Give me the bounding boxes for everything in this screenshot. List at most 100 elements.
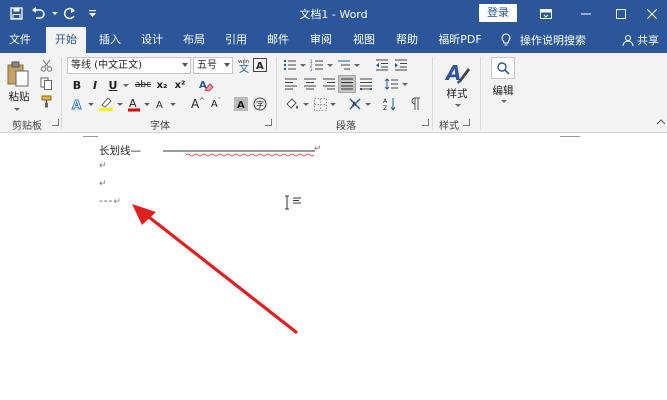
phonetic-guide-icon[interactable]: wén 文 <box>235 56 251 74</box>
align-left-icon[interactable] <box>282 76 299 92</box>
share-button[interactable]: 共享 <box>622 27 659 53</box>
paste-label[interactable]: 粘贴 <box>4 89 34 104</box>
styles-dropdown-icon[interactable] <box>449 101 465 109</box>
paste-dropdown-icon[interactable] <box>6 105 26 113</box>
font-launcher-icon[interactable] <box>265 119 272 126</box>
styles-group-label: 样式 <box>439 121 459 132</box>
undo-icon[interactable] <box>28 4 48 22</box>
font-color-icon[interactable]: A <box>126 95 142 113</box>
font-name-select[interactable]: 等线 (中文正文) <box>67 57 191 74</box>
editing-dropdown-icon[interactable] <box>495 97 511 105</box>
multilevel-list-icon[interactable] <box>336 57 352 73</box>
styles-launcher-icon[interactable] <box>463 119 470 126</box>
highlight-dropdown-icon[interactable] <box>115 95 123 113</box>
character-shading-icon[interactable]: A <box>233 95 249 113</box>
clear-formatting-icon[interactable]: A <box>197 76 215 94</box>
format-painter-icon[interactable] <box>38 93 54 109</box>
document-canvas[interactable] <box>0 134 667 400</box>
editing-label[interactable]: 编辑 <box>487 83 519 98</box>
show-hide-marks-icon[interactable] <box>408 95 424 113</box>
highlight-color-icon[interactable] <box>97 95 115 113</box>
tab-layout[interactable]: 布局 <box>174 27 214 53</box>
close-icon[interactable] <box>636 0 667 27</box>
tab-file[interactable]: 文件 <box>0 27 40 53</box>
vertical-scrollbar[interactable] <box>656 134 667 400</box>
doc-paragraph-1[interactable]: 长划线— <box>99 143 141 158</box>
minimize-icon[interactable] <box>566 0 606 27</box>
line-spacing-icon[interactable] <box>384 76 400 92</box>
doc-text-dashes: --- <box>99 195 114 207</box>
paragraph-group-label: 段落 <box>336 121 356 132</box>
numbering-icon[interactable]: 123 <box>309 57 325 73</box>
align-center-icon[interactable] <box>301 76 318 92</box>
cut-icon[interactable] <box>38 57 54 73</box>
paragraph-launcher-icon[interactable] <box>422 119 429 126</box>
undo-dropdown-icon[interactable] <box>50 4 58 22</box>
subscript-button[interactable]: x₂ <box>154 77 170 93</box>
tab-view[interactable]: 视图 <box>344 27 384 53</box>
shrink-font-button[interactable]: Aˇ <box>208 95 224 113</box>
borders-dropdown-icon[interactable] <box>328 95 336 113</box>
styles-label[interactable]: 样式 <box>440 86 474 101</box>
superscript-button[interactable]: x² <box>172 77 188 93</box>
strikethrough-button[interactable]: abc <box>134 77 152 93</box>
underline-button[interactable]: U <box>106 77 120 93</box>
text-effects-icon[interactable]: A <box>70 95 86 113</box>
ribbon-display-options-icon[interactable] <box>526 0 566 27</box>
save-icon[interactable] <box>6 4 26 22</box>
borders-icon[interactable] <box>312 95 328 113</box>
svg-text:字: 字 <box>256 100 264 110</box>
tab-help[interactable]: 帮助 <box>387 27 427 53</box>
tab-review[interactable]: 审阅 <box>301 27 341 53</box>
font-size-select[interactable]: 五号 <box>193 57 233 74</box>
maximize-icon[interactable] <box>601 0 641 27</box>
distributed-icon[interactable] <box>357 76 374 92</box>
tell-me-label: 操作说明搜索 <box>520 34 586 47</box>
bullets-icon[interactable] <box>282 57 298 73</box>
underline-dropdown-icon[interactable] <box>121 77 129 93</box>
styles-icon[interactable]: A <box>442 57 472 87</box>
group-separator <box>480 57 481 129</box>
tab-design[interactable]: 设计 <box>132 27 172 53</box>
justify-icon[interactable] <box>338 75 356 93</box>
doc-paragraph-dashes[interactable]: ---↵ <box>99 195 122 207</box>
clipboard-group-label: 剪贴板 <box>12 121 42 132</box>
tell-me-search[interactable]: 操作说明搜索 <box>500 27 586 53</box>
tab-insert[interactable]: 插入 <box>90 27 130 53</box>
paragraph-shading-dropdown-icon[interactable] <box>301 95 309 113</box>
line-spacing-dropdown-icon[interactable] <box>400 76 408 92</box>
tab-mailings[interactable]: 邮件 <box>258 27 298 53</box>
increase-indent-icon[interactable] <box>393 57 409 73</box>
find-icon[interactable] <box>491 57 515 79</box>
enclose-characters-icon[interactable]: 字 <box>252 95 268 113</box>
grow-font-button[interactable]: A ^ <box>190 95 206 113</box>
svg-text:A: A <box>256 61 264 72</box>
decrease-indent-icon[interactable] <box>374 57 390 73</box>
paste-icon[interactable] <box>4 57 32 91</box>
copy-icon[interactable] <box>38 75 54 91</box>
tab-home[interactable]: 开始 <box>46 27 86 53</box>
numbering-dropdown-icon[interactable] <box>325 57 333 73</box>
customize-qat-icon[interactable] <box>82 4 102 22</box>
character-border-icon[interactable]: A <box>252 56 268 74</box>
bold-button[interactable]: B <box>70 77 84 93</box>
redo-icon[interactable] <box>60 4 80 22</box>
chinese-layout-dropdown-icon[interactable] <box>363 95 371 113</box>
paragraph-shading-icon[interactable] <box>283 95 301 113</box>
tab-foxit-pdf[interactable]: 福昕PDF <box>432 27 488 53</box>
sort-icon[interactable]: AZ <box>382 95 398 113</box>
multilevel-dropdown-icon[interactable] <box>352 57 360 73</box>
align-right-icon[interactable] <box>320 76 337 92</box>
shading-icon[interactable]: A <box>154 95 168 113</box>
login-button[interactable]: 登录 <box>479 4 517 22</box>
chinese-layout-icon[interactable]: A <box>347 95 363 113</box>
tab-references[interactable]: 引用 <box>216 27 256 53</box>
collapse-ribbon-icon[interactable] <box>656 117 666 127</box>
shading-dropdown-icon[interactable] <box>168 95 176 113</box>
group-separator <box>61 57 62 129</box>
text-effects-dropdown-icon[interactable] <box>86 95 94 113</box>
font-color-dropdown-icon[interactable] <box>142 95 150 113</box>
italic-button[interactable]: I <box>88 77 102 93</box>
clipboard-launcher-icon[interactable] <box>52 119 59 126</box>
bullets-dropdown-icon[interactable] <box>298 57 306 73</box>
